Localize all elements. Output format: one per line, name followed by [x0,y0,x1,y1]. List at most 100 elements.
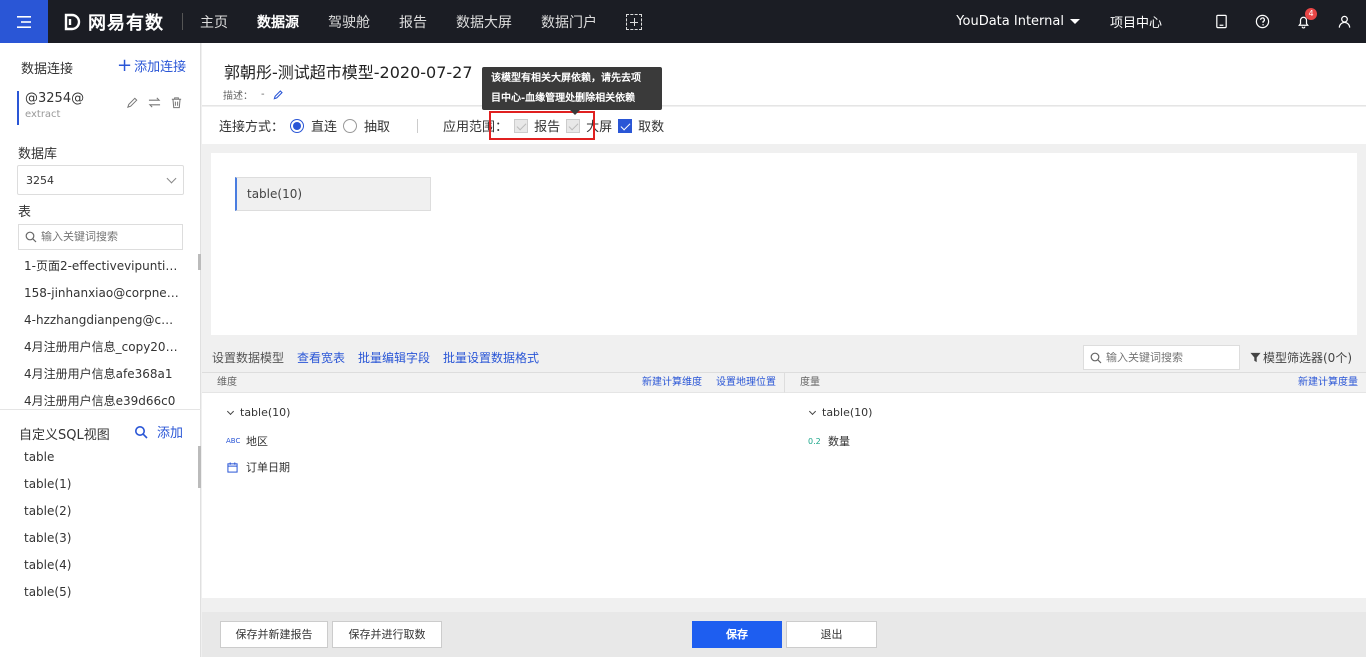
add-connection-button[interactable]: + 添加连接 [117,55,186,76]
table-list: 1-页面2-effectivevipuntilmonth 158-jinhanx… [0,253,201,415]
set-geo-link[interactable]: 设置地理位置 [716,373,776,393]
report-checkbox[interactable] [514,118,529,133]
notification-badge: 4 [1305,7,1317,20]
workspace-dropdown[interactable]: YouData Internal [956,14,1080,29]
user-icon[interactable] [1336,14,1352,30]
table-list-item[interactable]: 4月注册用户信息e39d66c0 [0,388,180,415]
report-label: 报告 [534,120,561,135]
sql-view-item[interactable]: table(5) [0,579,180,606]
new-calc-dimension-link[interactable]: 新建计算维度 [642,373,702,393]
search-icon [135,425,148,439]
nav-home[interactable]: 主页 [200,12,228,32]
tablet-icon[interactable] [1213,14,1229,30]
database-select[interactable]: 3254 [17,165,184,195]
chevron-down-icon [808,407,817,415]
workspace-name: YouData Internal [956,14,1064,29]
sql-view-item[interactable]: table(2) [0,498,180,525]
table-node[interactable]: table(10) [235,177,431,211]
extract-label: 抽取 [364,120,391,135]
dimension-field[interactable]: ABC 地区 [226,433,268,449]
measure-actions: 新建计算度量 [1298,373,1358,393]
logo-text: 网易有数 [88,12,164,34]
filter-icon [1250,352,1261,363]
sql-view-item[interactable]: table [0,444,180,471]
table-search-input[interactable] [41,231,171,243]
measure-group-name: table(10) [822,406,873,419]
nav-big-screen[interactable]: 数据大屏 [456,12,512,32]
app-logo[interactable]: 网易有数 [62,0,164,43]
save-button[interactable]: 保存 [692,621,782,648]
menu-icon [17,15,31,28]
exit-button[interactable]: 退出 [786,621,877,648]
field-search-input[interactable] [1106,351,1236,364]
connections-title: 数据连接 [21,62,74,77]
screen-label: 大屏 [586,120,613,135]
batch-edit-fields-link[interactable]: 批量编辑字段 [358,349,430,366]
save-new-report-button[interactable]: 保存并新建报告 [220,621,328,648]
measures-header: 度量 新建计算度量 [785,373,1366,393]
connection-item[interactable]: @3254@ extract [17,91,187,125]
nav-cockpit[interactable]: 驾驶舱 [328,12,370,32]
extract-radio[interactable] [343,118,358,133]
logo-icon [64,13,81,30]
tooltip-line-2: 目中心-血缘管理处删除相关依赖 [491,93,636,104]
table-list-item[interactable]: 4-hzzhangdianpeng@corp [0,307,180,334]
edit-icon[interactable] [126,96,139,109]
nav-data-portal[interactable]: 数据门户 [541,12,597,32]
nav-report[interactable]: 报告 [399,12,427,32]
model-filter-button[interactable]: 模型筛选器(0个) [1250,349,1352,366]
connection-options: 连接方式： 直连 抽取 应用范围： 报告 大屏 取数 [202,107,1366,144]
bell-icon[interactable]: 4 [1295,7,1317,30]
add-sql-view-button[interactable]: 添加 [134,422,183,441]
table-list-item[interactable]: 4月注册用户信息_copy2020 [0,334,180,361]
new-calc-measure-link[interactable]: 新建计算度量 [1298,373,1358,393]
batch-format-link[interactable]: 批量设置数据格式 [443,349,539,366]
model-canvas[interactable]: table(10) [211,153,1357,335]
measure-group[interactable]: table(10) [808,406,873,419]
description-value: - [261,89,265,100]
sql-view-item[interactable]: table(1) [0,471,180,498]
save-and-fetch-button[interactable]: 保存并进行取数 [332,621,442,648]
sidebar-divider [0,409,201,410]
dimension-field[interactable]: 订单日期 [227,459,290,475]
swap-icon[interactable] [148,96,161,109]
caret-down-icon [1069,19,1080,24]
table-list-item[interactable]: 1-页面2-effectivevipuntilmonth [0,253,180,280]
direct-radio[interactable] [290,118,305,133]
connection-actions [126,96,183,109]
nav-datasource[interactable]: 数据源 [257,12,299,32]
search-icon [1090,352,1102,363]
field-name: 地区 [246,435,268,448]
screen-checkbox[interactable] [566,118,581,133]
project-center-link[interactable]: 项目中心 [1110,12,1162,31]
sql-view-item[interactable]: table(4) [0,552,180,579]
table-list-item[interactable]: 158-jinhanxiao@corpnetease [0,280,180,307]
plus-icon: + [117,55,133,76]
trash-icon[interactable] [170,96,183,109]
sql-view-item[interactable]: table(3) [0,525,180,552]
fetch-checkbox[interactable] [618,118,633,133]
sql-list-scrollbar[interactable] [198,446,201,488]
description-label: 描述： [223,91,253,102]
model-description: 描述： - [223,87,284,102]
add-tab-icon[interactable] [626,13,642,30]
view-wide-table-link[interactable]: 查看宽表 [297,349,345,366]
top-right-tools: YouData Internal 项目中心 4 [956,0,1352,43]
number-type-icon: 0.2 [808,436,821,446]
footer-bar: 保存并新建报告 保存并进行取数 保存 退出 [202,612,1366,657]
field-name: 数量 [828,435,850,448]
database-label: 数据库 [18,147,58,162]
search-icon [25,231,37,243]
edit-icon[interactable] [273,89,284,100]
dimension-group[interactable]: table(10) [226,406,290,419]
measures-title: 度量 [800,377,820,388]
help-icon[interactable] [1254,14,1270,30]
measure-field[interactable]: 0.2 数量 [808,433,850,449]
page-title: 郭朝彤-测试超市模型-2020-07-27 [224,63,473,82]
table-list-scrollbar[interactable] [198,254,201,270]
menu-button[interactable] [0,0,48,43]
field-search-box [1083,345,1240,370]
connection-type: extract [25,109,61,120]
dependency-tooltip: 该模型有相关大屏依赖，请先去项 目中心-血缘管理处删除相关依赖 [482,67,662,115]
table-list-item[interactable]: 4月注册用户信息afe368a1 [0,361,180,388]
